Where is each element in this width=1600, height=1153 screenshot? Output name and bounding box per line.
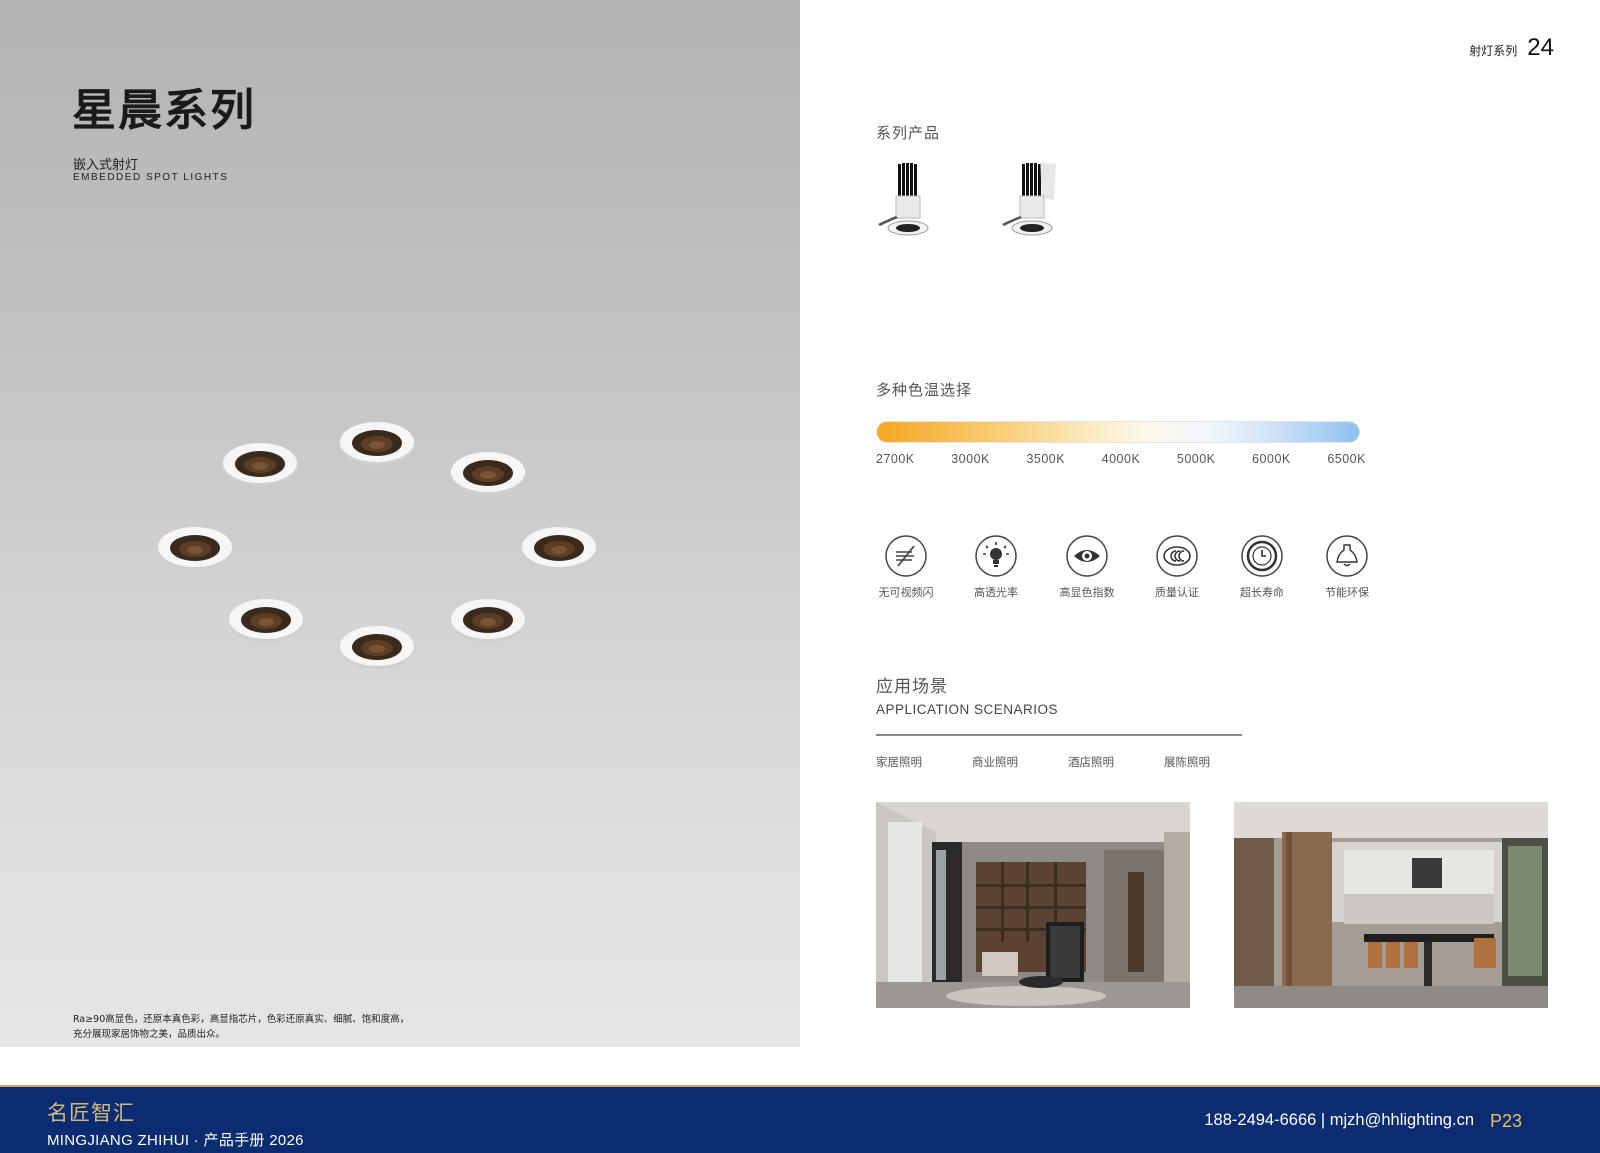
footer-page-number: P23: [1489, 1111, 1522, 1131]
cct-value: 4000K: [1101, 452, 1141, 466]
feature-label: 质量认证: [1155, 586, 1199, 599]
spotlight-image: [339, 626, 415, 669]
tab-commercial-lighting[interactable]: 商业照明: [972, 754, 1068, 770]
ccc-certification-icon: [1156, 535, 1198, 577]
feature-high-transmittance: 高透光率: [956, 534, 1036, 600]
subtitle-cn: 嵌入式射灯: [73, 158, 139, 173]
page-title: 星晨系列: [72, 85, 256, 136]
product-thumbnail[interactable]: [1000, 160, 1064, 244]
footer: 名匠智汇 MINGJIANG ZHIHUI · 产品手册 2026 188-24…: [0, 1087, 1600, 1153]
brand-name: 名匠智汇: [47, 1101, 135, 1125]
subtitle-en: EMBEDDED SPOT LIGHTS: [73, 172, 229, 183]
description-line: Ra≥90高显色，还原本真色彩，高显指芯片，色彩还原真实、细腻、饱和度高，: [73, 1014, 410, 1025]
feature-high-cri: 高显色指数: [1047, 534, 1127, 600]
tab-exhibition-lighting[interactable]: 展陈照明: [1164, 754, 1260, 770]
cct-value: 5000K: [1176, 452, 1216, 466]
feature-label: 高透光率: [974, 586, 1018, 599]
feature-energy-saving: 节能环保: [1307, 534, 1387, 600]
scene-image-dining-room: [1234, 802, 1548, 1008]
tab-home-lighting[interactable]: 家居照明: [876, 754, 972, 770]
spotlight-image: [521, 527, 597, 570]
description-line: 充分展现家居饰物之美，品质出众。: [73, 1029, 226, 1040]
product-description: Ra≥90高显色，还原本真色彩，高显指芯片，色彩还原真实、细腻、饱和度高， 充分…: [73, 1012, 409, 1042]
page-header: 射灯系列 24: [1469, 34, 1554, 62]
brand-subtitle: MINGJIANG ZHIHUI · 产品手册 2026: [47, 1132, 304, 1149]
product-thumbnail[interactable]: [876, 160, 940, 244]
color-temperature-gradient: [876, 421, 1360, 443]
spotlight-image: [222, 443, 298, 486]
divider: [876, 734, 1242, 736]
application-title-cn: 应用场景: [876, 677, 948, 697]
feature-label: 无可视频闪: [878, 586, 934, 599]
feature-label: 节能环保: [1325, 586, 1369, 599]
feature-no-flicker: 无可视频闪: [866, 534, 946, 600]
contact-info[interactable]: 188-2494-6666 | mjzh@hhlighting.cn: [1204, 1111, 1474, 1130]
color-temperature-label: 多种色温选择: [876, 381, 973, 399]
eye-icon: [1066, 535, 1108, 577]
spotlight-image: [157, 527, 233, 570]
page-number: 24: [1527, 34, 1554, 61]
clock-icon: [1241, 535, 1283, 577]
cct-value: 6000K: [1252, 452, 1291, 466]
spotlight-image: [450, 599, 526, 642]
hero-panel: 星晨系列 嵌入式射灯 EMBEDDED SPOT LIGHTS Ra≥90高显色…: [0, 0, 800, 1047]
spotlight-image: [339, 422, 415, 465]
cct-value: 6500K: [1327, 452, 1366, 466]
feature-long-life: 超长寿命: [1222, 534, 1302, 600]
feature-label: 高显色指数: [1059, 586, 1115, 599]
application-title-en: APPLICATION SCENARIOS: [876, 702, 1059, 717]
cct-value: 3500K: [1026, 452, 1066, 466]
cct-value: 2700K: [876, 452, 915, 466]
spotlight-image: [228, 599, 304, 642]
feature-quality-certification: 质量认证: [1137, 534, 1217, 600]
light-bulb-icon: [975, 535, 1017, 577]
scene-image-living-room: [876, 802, 1190, 1008]
series-products-label: 系列产品: [876, 124, 941, 142]
lamp-icon: [1326, 535, 1368, 577]
color-temperature-scale: 2700K 3000K 3500K 4000K 5000K 6000K 6500…: [876, 452, 1366, 466]
tab-hotel-lighting[interactable]: 酒店照明: [1068, 754, 1164, 770]
spotlight-image: [450, 452, 526, 495]
no-flicker-icon: [885, 535, 927, 577]
category-label: 射灯系列: [1469, 44, 1518, 58]
cct-value: 3000K: [951, 452, 990, 466]
application-tabs: 家居照明 商业照明 酒店照明 展陈照明: [876, 754, 1260, 770]
feature-label: 超长寿命: [1240, 586, 1284, 599]
